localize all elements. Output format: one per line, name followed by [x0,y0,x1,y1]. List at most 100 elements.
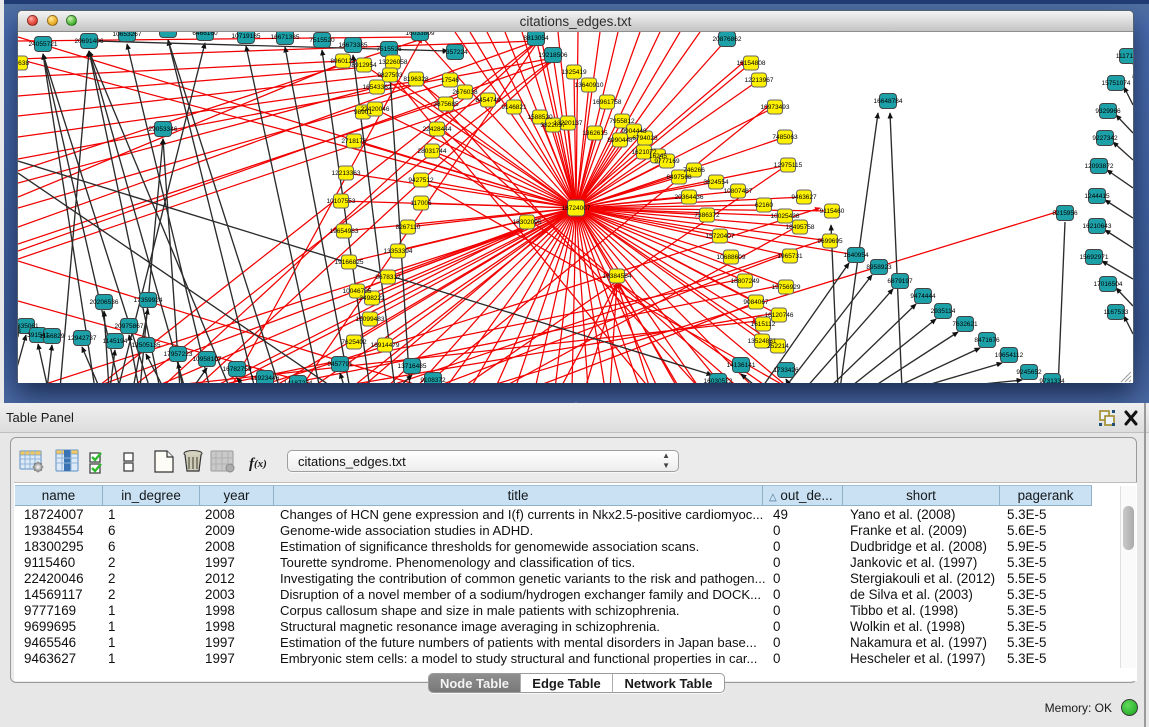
svg-text:1835061: 1835061 [18,323,39,330]
svg-text:10025438: 10025438 [771,213,800,220]
svg-text:9904448: 9904448 [621,128,647,135]
svg-text:1733426: 1733426 [773,367,799,374]
svg-text:16671385: 16671385 [271,34,300,41]
svg-text:16648784: 16648784 [874,98,903,105]
svg-text:18495758: 18495758 [786,224,815,231]
svg-text:10653267: 10653267 [113,32,142,38]
svg-text:(x): (x) [254,458,267,470]
svg-text:9699695: 9699695 [817,238,843,245]
svg-text:18724007: 18724007 [562,205,591,212]
svg-text:8471676: 8471676 [974,337,1000,344]
svg-text:9146821: 9146821 [501,104,527,111]
svg-text:9463627: 9463627 [791,194,817,201]
svg-text:8454749: 8454749 [475,97,501,104]
svg-text:13220137: 13220137 [554,120,583,127]
svg-text:9245652: 9245652 [1016,369,1042,376]
svg-text:18302095: 18302095 [513,219,542,226]
svg-text:14136141: 14136141 [727,362,756,369]
svg-text:1117195: 1117195 [1116,53,1133,60]
svg-text:2718176: 2718176 [341,138,367,145]
svg-text:12975115: 12975115 [774,162,803,169]
svg-text:19166825: 19166825 [335,259,364,266]
svg-text:24055721: 24055721 [29,41,58,48]
svg-text:22420046: 22420046 [361,106,390,113]
svg-text:6794028: 6794028 [632,135,658,142]
svg-text:62160: 62160 [755,202,773,209]
svg-text:9329966: 9329966 [1095,108,1121,115]
svg-text:9427512: 9427512 [408,177,434,184]
svg-text:13640910: 13640910 [575,82,604,89]
svg-text:8267110: 8267110 [396,224,421,231]
svg-text:1362615: 1362615 [582,130,608,137]
svg-text:20975867: 20975867 [115,323,144,330]
svg-text:10688609: 10688609 [717,254,746,261]
svg-text:1167533: 1167533 [1104,309,1129,316]
svg-text:1640954: 1640954 [843,252,869,259]
svg-text:28031744: 28031744 [418,148,447,155]
svg-text:8990448: 8990448 [607,137,633,144]
svg-text:9777169: 9777169 [654,158,680,165]
svg-text:16961758: 16961758 [593,99,622,106]
svg-text:309513: 309513 [18,328,21,335]
svg-text:7357224: 7357224 [442,49,468,56]
svg-text:746266: 746266 [683,167,705,174]
svg-text:8678312: 8678312 [375,274,401,281]
svg-text:11923446: 11923446 [251,375,280,382]
svg-text:10973493: 10973493 [761,104,790,111]
svg-text:2935114: 2935114 [931,308,956,315]
svg-text:1325419: 1325419 [561,69,587,76]
svg-text:8215956: 8215956 [1052,210,1078,217]
svg-text:8960123: 8960123 [330,58,356,65]
svg-text:6497568: 6497568 [666,174,692,181]
svg-text:16099483: 16099483 [356,316,385,323]
svg-text:18807249: 18807249 [731,278,760,285]
svg-text:16154808: 16154808 [737,60,766,67]
svg-text:8958923: 8958923 [866,264,892,271]
svg-text:16673385: 16673385 [339,42,368,49]
svg-text:6466160: 6466160 [192,32,218,37]
svg-text:20691406: 20691406 [75,38,104,45]
svg-text:10654112: 10654112 [995,352,1024,359]
svg-text:13716485: 13716485 [398,363,427,370]
svg-text:7515526: 7515526 [376,46,402,53]
svg-text:7515520: 7515520 [309,37,335,44]
svg-text:7485063: 7485063 [772,134,798,141]
svg-text:13353394: 13353394 [384,248,413,255]
svg-text:9115460: 9115460 [820,208,845,215]
svg-text:20364436: 20364436 [675,194,704,201]
svg-text:252214: 252214 [767,343,789,350]
svg-text:17957223: 17957223 [164,351,193,358]
svg-text:10958107: 10958107 [193,356,222,363]
svg-text:19218506: 19218506 [539,52,568,59]
svg-text:1156829: 1156829 [40,333,65,340]
svg-text:16033809: 16033809 [406,32,435,37]
svg-text:7955812: 7955812 [609,118,635,125]
svg-text:3875685: 3875685 [433,101,459,108]
svg-text:22428444: 22428444 [423,126,452,133]
svg-text:16543362: 16543362 [363,84,392,91]
svg-text:76638: 76638 [18,60,29,67]
svg-text:19654983: 19654983 [330,228,359,235]
svg-text:8813054: 8813054 [523,35,549,42]
svg-text:7632621: 7632621 [952,321,978,328]
svg-text:1615112: 1615112 [751,321,776,328]
svg-text:2676038: 2676038 [452,89,478,96]
svg-text:13226058: 13226058 [379,59,408,66]
svg-text:6879197: 6879197 [887,278,913,285]
svg-text:9084067: 9084067 [743,299,769,306]
svg-text:16782759: 16782759 [223,366,252,373]
svg-text:9731334: 9731334 [1039,378,1065,383]
svg-text:14187274: 14187274 [284,380,313,383]
svg-text:7386372: 7386372 [694,212,720,219]
svg-text:9827503: 9827503 [377,72,403,79]
svg-text:15692971: 15692971 [1080,254,1109,261]
svg-text:10046785: 10046785 [343,288,372,295]
svg-text:1588520: 1588520 [527,114,553,121]
svg-text:16030522: 16030522 [704,378,733,383]
svg-text:8196328: 8196328 [403,76,429,83]
svg-text:7625402: 7625402 [341,339,367,346]
svg-text:20876862: 20876862 [713,36,742,43]
svg-text:10719185: 10719185 [232,33,261,40]
svg-text:16210643: 16210643 [1083,223,1112,230]
svg-text:1244415: 1244415 [1084,193,1110,200]
